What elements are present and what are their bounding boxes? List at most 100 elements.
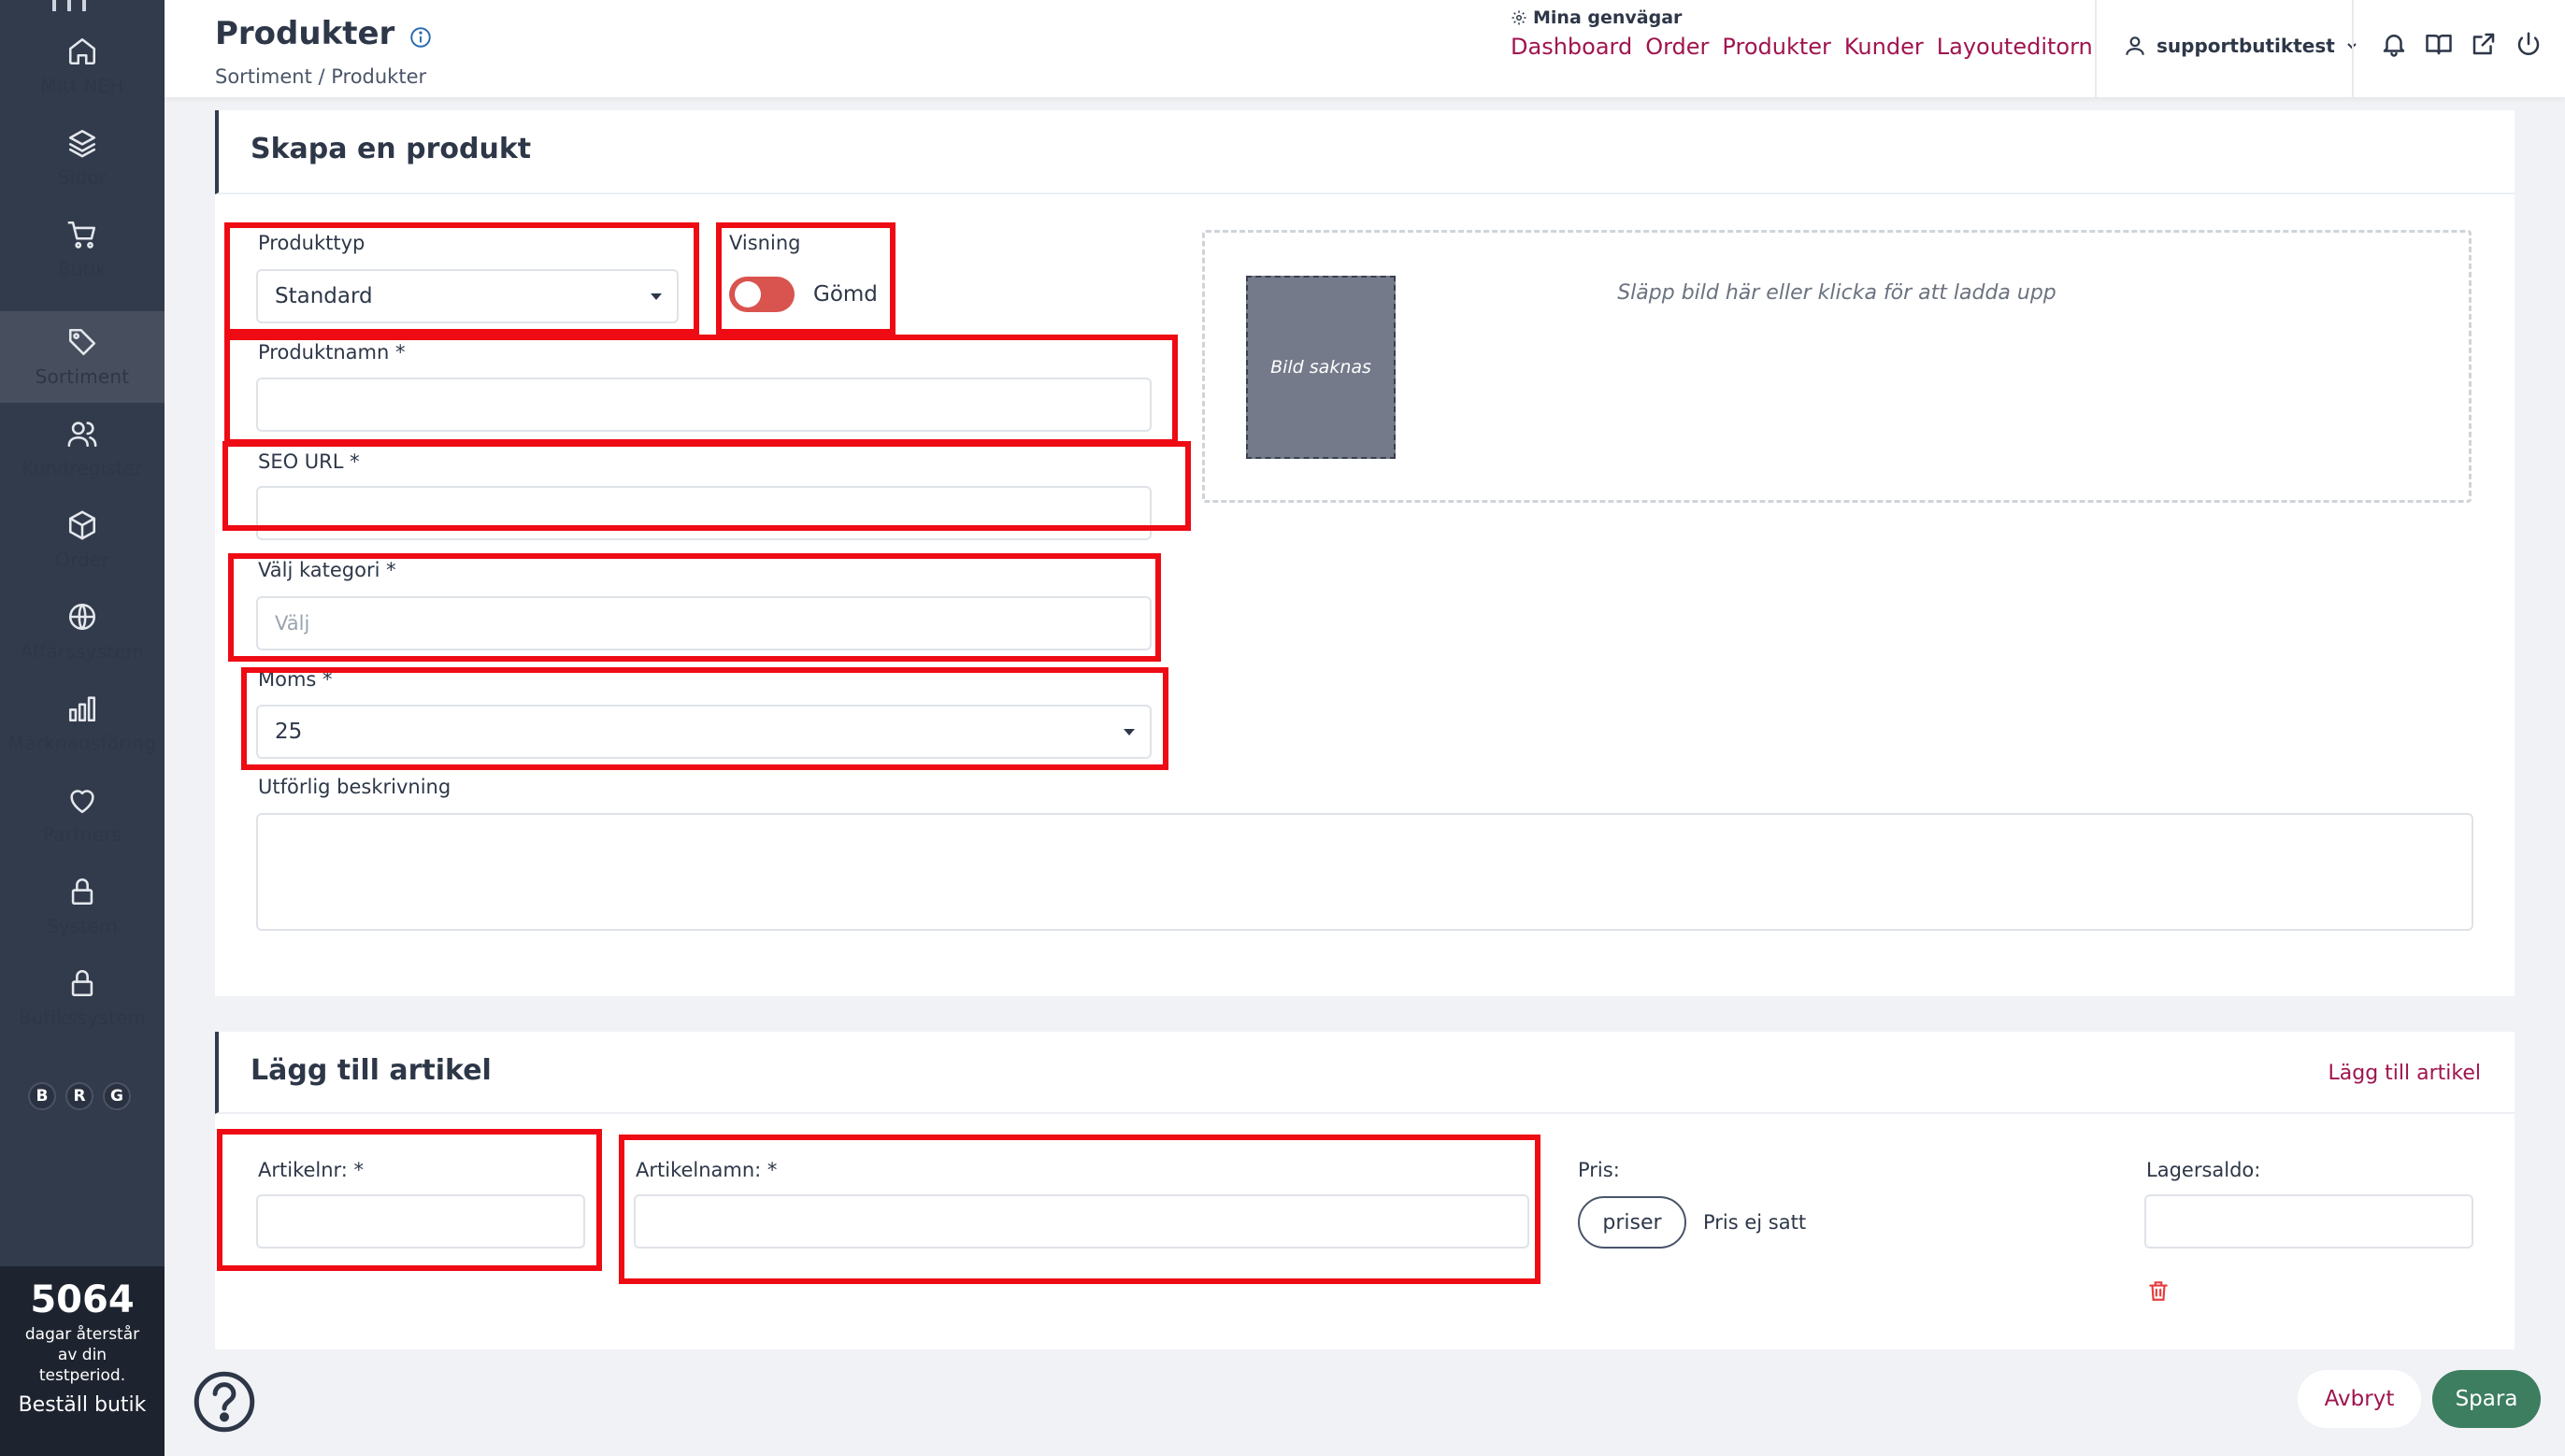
visibility-state: Gömd (813, 282, 878, 307)
sidebar-item-partners[interactable]: Partners (0, 769, 165, 861)
prices-button[interactable]: priser (1578, 1196, 1686, 1249)
caret-down-icon (1124, 729, 1135, 735)
vat-label: Moms * (258, 668, 333, 691)
power-icon[interactable] (2515, 30, 2543, 58)
trash-icon[interactable] (2146, 1278, 2171, 1303)
user-menu[interactable]: supportbutiktest (2123, 34, 2359, 58)
badge-g[interactable]: G (103, 1082, 131, 1110)
shortcut-kunder[interactable]: Kunder (1844, 34, 1924, 60)
price-label: Pris: (1578, 1159, 1620, 1181)
cancel-button[interactable]: Avbryt (2298, 1370, 2421, 1428)
globe-icon (68, 603, 96, 631)
trial-panel: 5064 dagar återstår av din testperiod. B… (0, 1266, 165, 1456)
top-header: Produkter Sortiment / Produkter Mina gen… (165, 0, 2565, 97)
vat-select[interactable]: 25 (256, 705, 1152, 759)
description-label: Utförlig beskrivning (258, 776, 451, 798)
product-name-label: Produktnamn * (258, 341, 406, 364)
info-icon[interactable] (408, 25, 433, 50)
sidebar-item-butikssystem[interactable]: Butikssystem (0, 952, 165, 1044)
sidebar-item-label: Sortiment (35, 365, 130, 388)
sidebar: Mitt NEH Sidor Butik Sortiment Kundregis… (0, 0, 165, 1456)
external-link-icon[interactable] (2470, 30, 2498, 58)
trial-text-3: testperiod. (38, 1366, 126, 1386)
sidebar-item-label: Affärssystem (20, 640, 145, 663)
page-title: Produkter (215, 15, 395, 52)
trial-text-1: dagar återstår (24, 1325, 140, 1344)
user-icon (2126, 36, 2144, 55)
shortcut-layouteditorn[interactable]: Layouteditorn (1937, 34, 2093, 60)
sidebar-item-kundregister[interactable]: Kundregister (0, 403, 165, 494)
article-no-input[interactable] (256, 1194, 585, 1249)
sidebar-item-order[interactable]: Order (0, 494, 165, 586)
card-title: Skapa en produkt (251, 133, 532, 165)
sidebar-item-label: Sidor (57, 166, 107, 189)
tag-icon (68, 328, 96, 356)
sidebar-item-label: Marknadsföring (7, 732, 157, 754)
visibility-label: Visning (729, 232, 801, 254)
add-article-link[interactable]: Lägg till artikel (2329, 1062, 2482, 1085)
bell-icon[interactable] (2380, 30, 2408, 58)
sidebar-item-butik[interactable]: Butik (0, 204, 165, 295)
category-select[interactable]: Välj (256, 596, 1152, 650)
image-dropzone[interactable]: Släpp bild här eller klicka för att ladd… (1202, 230, 2472, 503)
breadcrumb: Sortiment / Produkter (215, 65, 427, 88)
sidebar-item-sortiment[interactable]: Sortiment (0, 311, 165, 403)
cart-icon (67, 221, 96, 249)
sidebar-item-label: Butikssystem (18, 1006, 147, 1029)
vat-value: 25 (275, 720, 303, 744)
users-icon (67, 421, 97, 448)
badge-b[interactable]: B (28, 1082, 56, 1110)
article-name-input[interactable] (634, 1194, 1529, 1249)
trial-days: 5064 (30, 1278, 135, 1321)
article-no-label: Artikelnr: * (258, 1159, 365, 1181)
shortcuts-title: Mina genvägar (1533, 7, 1683, 28)
sidebar-item-label: Kundregister (21, 457, 143, 479)
save-button[interactable]: Spara (2432, 1370, 2541, 1428)
book-icon[interactable] (2425, 30, 2453, 58)
sidebar-item-system[interactable]: System (0, 861, 165, 952)
home-icon (68, 37, 96, 65)
header-divider (2352, 0, 2354, 97)
product-type-label: Produkttyp (258, 232, 365, 254)
card-header: Lägg till artikel Lägg till artikel (215, 1032, 2515, 1114)
lock-icon (71, 878, 93, 906)
layers-icon (68, 129, 96, 158)
visibility-toggle[interactable] (729, 277, 795, 312)
menu-icon[interactable] (52, 0, 86, 11)
seo-url-input[interactable] (256, 486, 1152, 540)
shortcut-order[interactable]: Order (1645, 34, 1709, 60)
lock-icon (71, 970, 93, 997)
shortcut-dashboard[interactable]: Dashboard (1511, 34, 1632, 60)
brg-badges: B R G (28, 1082, 131, 1110)
card-title: Lägg till artikel (251, 1054, 492, 1087)
order-shop-link[interactable]: Beställ butik (0, 1393, 165, 1417)
toggle-knob (735, 281, 761, 307)
shortcut-produkter[interactable]: Produkter (1722, 34, 1830, 60)
header-divider (2095, 0, 2097, 97)
help-icon[interactable] (193, 1370, 256, 1434)
article-name-label: Artikelnamn: * (636, 1159, 778, 1181)
gear-icon (1512, 10, 1526, 25)
shortcuts: Mina genvägar Dashboard Order Produkter … (1511, 7, 2093, 60)
sidebar-item-sidor[interactable]: Sidor (0, 112, 165, 204)
sidebar-item-label: Mitt NEH (40, 75, 124, 97)
badge-r[interactable]: R (65, 1082, 93, 1110)
stock-input[interactable] (2144, 1194, 2473, 1249)
heart-icon (70, 790, 94, 814)
sidebar-item-mitt-neh[interactable]: Mitt NEH (0, 21, 165, 112)
sidebar-item-marknadsforing[interactable]: Marknadsföring (0, 678, 165, 769)
sidebar-item-label: Order (55, 549, 109, 571)
description-textarea[interactable] (256, 813, 2473, 931)
image-missing: Bild saknas (1246, 276, 1396, 459)
product-type-value: Standard (275, 284, 373, 308)
bar-chart-icon (68, 696, 96, 722)
product-type-select[interactable]: Standard (256, 269, 679, 323)
sidebar-item-affarssystem[interactable]: Affärssystem (0, 586, 165, 678)
sidebar-item-label: System (47, 915, 118, 937)
card-header: Skapa en produkt (215, 110, 2515, 194)
price-status: Pris ej satt (1703, 1211, 1807, 1234)
caret-down-icon (651, 293, 662, 300)
trial-text-2: av din (57, 1346, 107, 1365)
product-name-input[interactable] (256, 378, 1152, 432)
sidebar-item-label: Butik (57, 258, 107, 280)
